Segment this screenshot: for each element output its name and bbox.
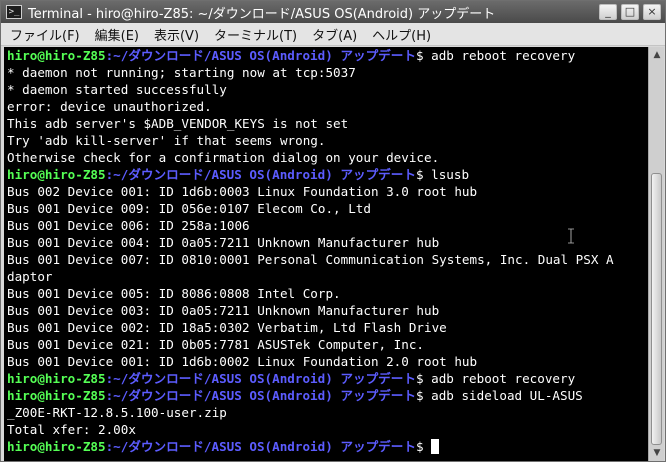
prompt-command: $ lsusb [415,167,470,182]
output-line: Bus 001 Device 004: ID 0a05:7211 Unknown… [7,235,440,250]
output-line: Bus 001 Device 001: ID 1d6b:0002 Linux F… [7,354,478,369]
output-line: Bus 001 Device 005: ID 8086:0808 Intel C… [7,286,341,301]
output-line: Bus 001 Device 002: ID 18a5:0302 Verbati… [7,320,447,335]
prompt-user: hiro@hiro-Z85 [7,167,106,182]
menu-terminal[interactable]: ターミナル(T) [208,25,303,44]
output-line: Bus 001 Device 003: ID 0a05:7211 Unknown… [7,303,440,318]
prompt-user: hiro@hiro-Z85 [7,439,106,454]
output-line: Bus 002 Device 001: ID 1d6b:0003 Linux F… [7,184,478,199]
prompt-command: $ adb sideload UL-ASUS [415,388,583,403]
menu-file[interactable]: ファイル(F) [4,25,86,44]
prompt-command: $ [415,439,432,454]
terminal-cursor [431,439,440,454]
window-controls: _ □ × [599,4,661,20]
text-cursor-icon [568,228,574,244]
output-line: Try 'adb kill-server' if that seems wron… [7,133,326,148]
output-line: error: device unauthorized. [7,99,212,114]
prompt-line: hiro@hiro-Z85:~/ダウンロード/ASUS OS(Android) … [4,166,648,183]
prompt-path: ~/ダウンロード/ASUS OS(Android) アップデート [113,439,416,454]
output-line: * daemon started successfully [7,82,227,97]
prompt-path: ~/ダウンロード/ASUS OS(Android) アップデート [113,48,416,63]
prompt-path: ~/ダウンロード/ASUS OS(Android) アップデート [113,388,416,403]
prompt-line: hiro@hiro-Z85:~/ダウンロード/ASUS OS(Android) … [4,370,648,387]
output-line: Otherwise check for a confirmation dialo… [7,150,440,165]
vertical-scrollbar[interactable]: ▲ ▼ [648,47,664,461]
terminal-app-icon-glyph: >_ [8,6,20,17]
prompt-command: $ adb reboot recovery [415,371,576,386]
window-title: Terminal - hiro@hiro-Z85: ~/ダウンロード/ASUS … [28,6,496,22]
prompt-user: hiro@hiro-Z85 [7,48,106,63]
menu-view[interactable]: 表示(V) [148,25,205,44]
prompt-line: hiro@hiro-Z85:~/ダウンロード/ASUS OS(Android) … [4,47,648,64]
terminal-output[interactable]: hiro@hiro-Z85:~/ダウンロード/ASUS OS(Android) … [4,47,648,461]
scrollbar-thumb[interactable] [651,173,662,445]
menu-tabs[interactable]: タブ(A) [306,25,363,44]
title-bar[interactable]: >_ Terminal - hiro@hiro-Z85: ~/ダウンロード/AS… [1,1,665,23]
prompt-line: hiro@hiro-Z85:~/ダウンロード/ASUS OS(Android) … [4,387,648,404]
prompt-path: ~/ダウンロード/ASUS OS(Android) アップデート [113,371,416,386]
output-line: Bus 001 Device 009: ID 056e:0107 Elecom … [7,201,371,216]
minimize-button[interactable]: _ [599,4,617,20]
prompt-command: $ adb reboot recovery [415,48,576,63]
prompt-user: hiro@hiro-Z85 [7,371,106,386]
maximize-button[interactable]: □ [621,4,639,20]
scroll-up-icon[interactable]: ▲ [651,49,663,61]
menu-help[interactable]: ヘルプ(H) [366,25,437,44]
output-line: Total xfer: 2.00x [7,422,136,437]
menu-bar: ファイル(F) 編集(E) 表示(V) ターミナル(T) タブ(A) ヘルプ(H… [1,23,665,46]
output-line: Bus 001 Device 007: ID 0810:0001 Persona… [7,252,614,267]
output-line: This adb server's $ADB_VENDOR_KEYS is no… [7,116,349,131]
terminal-app-icon[interactable]: >_ [6,5,22,19]
output-line: * daemon not running; starting now at tc… [7,65,356,80]
output-line: daptor [7,269,53,284]
prompt-user: hiro@hiro-Z85 [7,388,106,403]
prompt-line: hiro@hiro-Z85:~/ダウンロード/ASUS OS(Android) … [4,438,648,455]
menu-edit[interactable]: 編集(E) [89,25,145,44]
scroll-down-icon[interactable]: ▼ [651,447,663,459]
terminal-window: >_ Terminal - hiro@hiro-Z85: ~/ダウンロード/AS… [0,0,666,462]
output-line: Bus 001 Device 006: ID 258a:1006 [7,218,250,233]
prompt-path: ~/ダウンロード/ASUS OS(Android) アップデート [113,167,416,182]
output-line: Bus 001 Device 021: ID 0b05:7781 ASUSTek… [7,337,425,352]
close-button[interactable]: × [643,4,661,20]
output-line: _Z00E-RKT-12.8.5.100-user.zip [7,405,227,420]
